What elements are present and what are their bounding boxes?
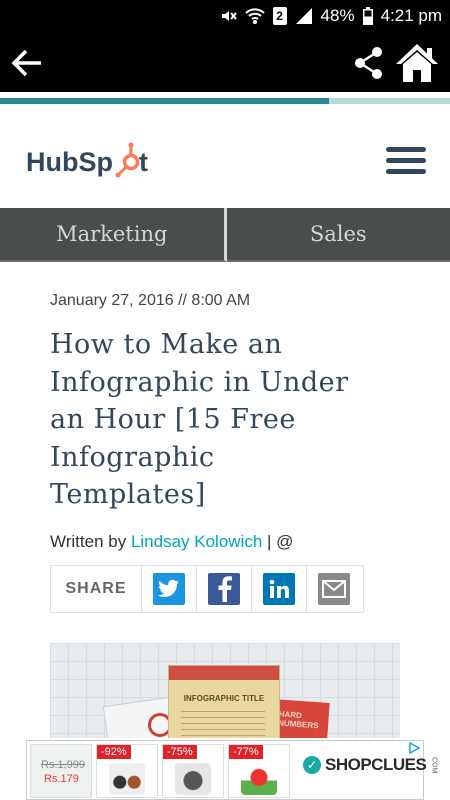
share-icon[interactable] bbox=[354, 46, 384, 80]
shopclues-suffix: COM bbox=[430, 756, 438, 774]
status-bar: 2 48% 4:21 pm bbox=[0, 0, 450, 34]
linkedin-icon bbox=[263, 573, 295, 605]
email-icon bbox=[318, 573, 350, 605]
pendant-image bbox=[175, 763, 211, 795]
svg-text:HubSp: HubSp bbox=[26, 147, 113, 177]
clock: 4:21 pm bbox=[380, 6, 442, 25]
ad-product-card[interactable]: -92% bbox=[96, 744, 158, 798]
title-line: an Hour [15 Free bbox=[50, 404, 296, 435]
battery-percent: 48% bbox=[320, 6, 355, 25]
ad-banner[interactable]: Rs.1,999 Rs.179 -92% -75% -77% ✓ SHOPCLU… bbox=[26, 740, 437, 800]
share-label: SHARE bbox=[51, 566, 142, 612]
hamburger-menu-icon[interactable] bbox=[386, 147, 426, 181]
check-icon: ✓ bbox=[303, 756, 321, 774]
infographic-side-text: HARD NUMBERS bbox=[277, 709, 319, 731]
title-line: Infographic bbox=[50, 441, 215, 473]
juicer-image bbox=[241, 763, 277, 795]
reading-progress-bar bbox=[0, 98, 450, 104]
article-byline: Written by Lindsay Kolowich | @ bbox=[50, 532, 293, 552]
shopclues-brand: SHOPCLUES bbox=[325, 755, 427, 774]
article-date: January 27, 2016 // 8:00 AM bbox=[50, 292, 251, 309]
ad-discount-badge: -92% bbox=[97, 745, 131, 759]
battery-icon bbox=[362, 7, 373, 25]
tab-sales[interactable]: Sales bbox=[226, 208, 450, 262]
title-line: How to Make an bbox=[50, 329, 283, 360]
wifi-icon bbox=[244, 8, 265, 24]
title-line: Infographic in Under bbox=[50, 366, 349, 398]
ad-product-card[interactable]: -75% bbox=[162, 744, 224, 798]
ad-new-price: Rs.179 bbox=[44, 773, 79, 785]
category-tabs: Marketing Sales bbox=[0, 208, 450, 262]
ad-discount-badge: -77% bbox=[229, 745, 263, 759]
svg-text:t: t bbox=[139, 147, 148, 177]
twitter-share-button[interactable] bbox=[142, 566, 197, 612]
hubspot-logo[interactable]: HubSp t bbox=[26, 142, 156, 182]
article-title: How to Make an Infographic in Under an H… bbox=[50, 326, 390, 514]
ad-discount-badge: -75% bbox=[163, 745, 197, 759]
back-arrow-icon[interactable] bbox=[10, 46, 44, 80]
sim-icon: 2 bbox=[272, 7, 287, 25]
app-toolbar bbox=[0, 34, 450, 92]
byline-suffix: | @ bbox=[262, 532, 294, 551]
mute-icon bbox=[221, 11, 237, 21]
infographic-title: INFOGRAPHIC TITLE bbox=[183, 694, 265, 703]
watches-image bbox=[109, 763, 145, 795]
status-icons: 2 48% 4:21 pm bbox=[219, 6, 442, 26]
ad-price-card[interactable]: Rs.1,999 Rs.179 bbox=[30, 744, 92, 798]
linkedin-share-button[interactable] bbox=[252, 566, 307, 612]
email-share-button[interactable] bbox=[307, 566, 361, 612]
title-line: Templates] bbox=[50, 479, 206, 510]
site-header: HubSp t bbox=[0, 106, 450, 208]
twitter-icon bbox=[153, 573, 185, 605]
infographic-sheet: INFOGRAPHIC TITLE bbox=[168, 665, 280, 738]
facebook-share-button[interactable] bbox=[197, 566, 252, 612]
shopclues-logo[interactable]: ✓ SHOPCLUES COM bbox=[303, 755, 437, 775]
reading-progress-fill bbox=[0, 98, 329, 104]
share-bar: SHARE bbox=[50, 565, 364, 613]
ad-product-card[interactable]: -77% bbox=[228, 744, 290, 798]
author-link[interactable]: Lindsay Kolowich bbox=[131, 532, 262, 551]
facebook-icon bbox=[208, 573, 240, 605]
ad-old-price: Rs.1,999 bbox=[41, 759, 86, 771]
adchoices-icon[interactable] bbox=[408, 742, 420, 754]
byline-prefix: Written by bbox=[50, 532, 131, 551]
article-hero-image: HARD NUMBERS INFOGRAPHIC TITLE bbox=[50, 643, 400, 738]
signal-icon bbox=[295, 8, 312, 24]
tab-marketing[interactable]: Marketing bbox=[0, 208, 227, 262]
home-icon[interactable] bbox=[394, 42, 440, 84]
